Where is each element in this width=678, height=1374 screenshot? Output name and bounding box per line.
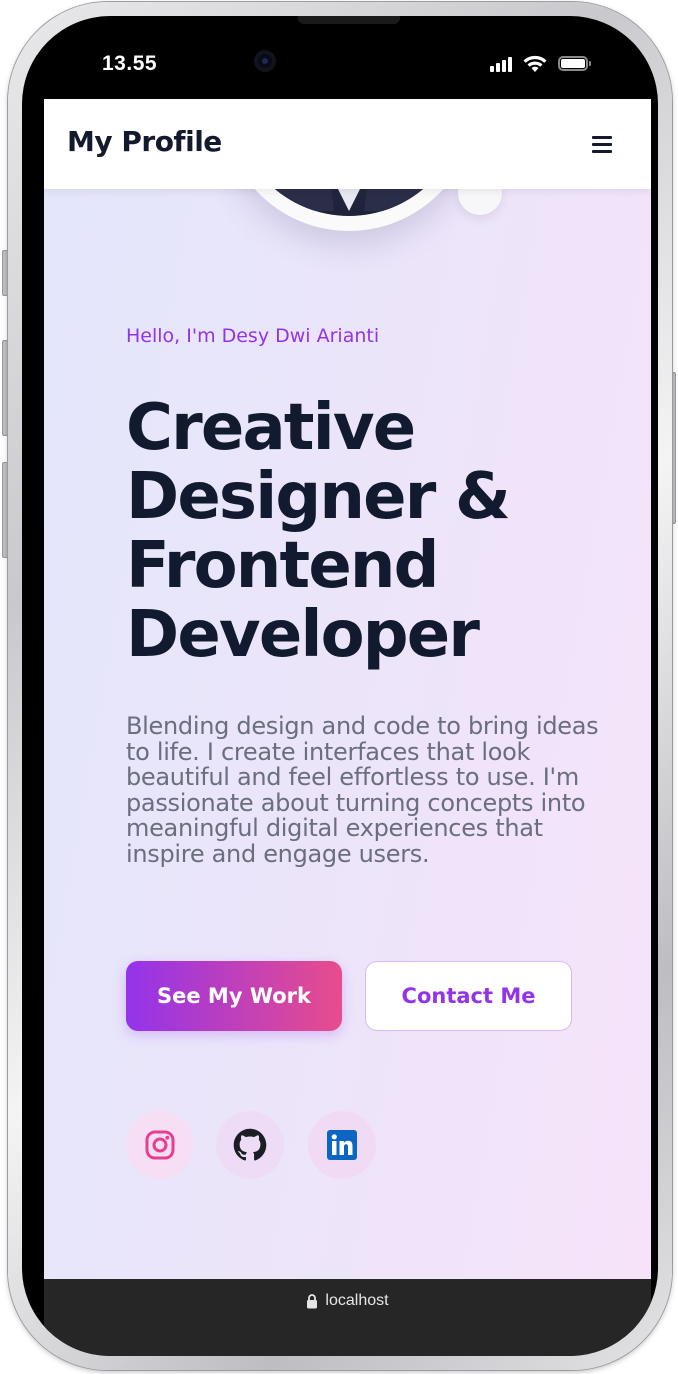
github-link[interactable] bbox=[216, 1111, 284, 1179]
instagram-icon bbox=[145, 1130, 175, 1160]
url-display[interactable]: localhost bbox=[44, 1292, 651, 1310]
top-navbar: My Profile bbox=[44, 99, 651, 189]
headline-line: Creative bbox=[126, 391, 416, 465]
front-camera bbox=[254, 50, 276, 72]
headline-line: Developer bbox=[126, 598, 480, 672]
greeting-text: Hello, I'm Desy Dwi Arianti bbox=[126, 325, 380, 347]
phone-frame: 13.55 My Profile Hello, I'm Desy Dwi Ari… bbox=[8, 2, 672, 1370]
url-text: localhost bbox=[325, 1292, 389, 1309]
hamburger-menu-icon[interactable] bbox=[590, 133, 614, 155]
hero-headline: Creative Designer & Frontend Developer bbox=[126, 394, 646, 670]
browser-viewport: My Profile Hello, I'm Desy Dwi Arianti C… bbox=[44, 99, 651, 1279]
linkedin-icon bbox=[327, 1130, 357, 1160]
phone-bezel: 13.55 My Profile Hello, I'm Desy Dwi Ari… bbox=[22, 16, 658, 1356]
page-title: My Profile bbox=[67, 125, 222, 158]
battery-icon bbox=[558, 56, 591, 71]
status-time: 13.55 bbox=[102, 52, 158, 75]
contact-me-button[interactable]: Contact Me bbox=[365, 961, 572, 1031]
see-my-work-button[interactable]: See My Work bbox=[126, 961, 342, 1031]
github-icon bbox=[233, 1128, 267, 1161]
headline-line: Designer & bbox=[126, 460, 511, 534]
instagram-link[interactable] bbox=[126, 1111, 194, 1179]
linkedin-link[interactable] bbox=[308, 1111, 376, 1179]
cellular-signal-icon bbox=[490, 56, 516, 72]
speaker-grille bbox=[298, 16, 400, 24]
browser-address-bar[interactable]: localhost bbox=[44, 1279, 651, 1356]
wifi-icon bbox=[523, 55, 547, 72]
headline-line: Frontend bbox=[126, 529, 440, 603]
hero-description: Blending design and code to bring ideas … bbox=[126, 712, 599, 868]
lock-icon bbox=[307, 1293, 318, 1308]
